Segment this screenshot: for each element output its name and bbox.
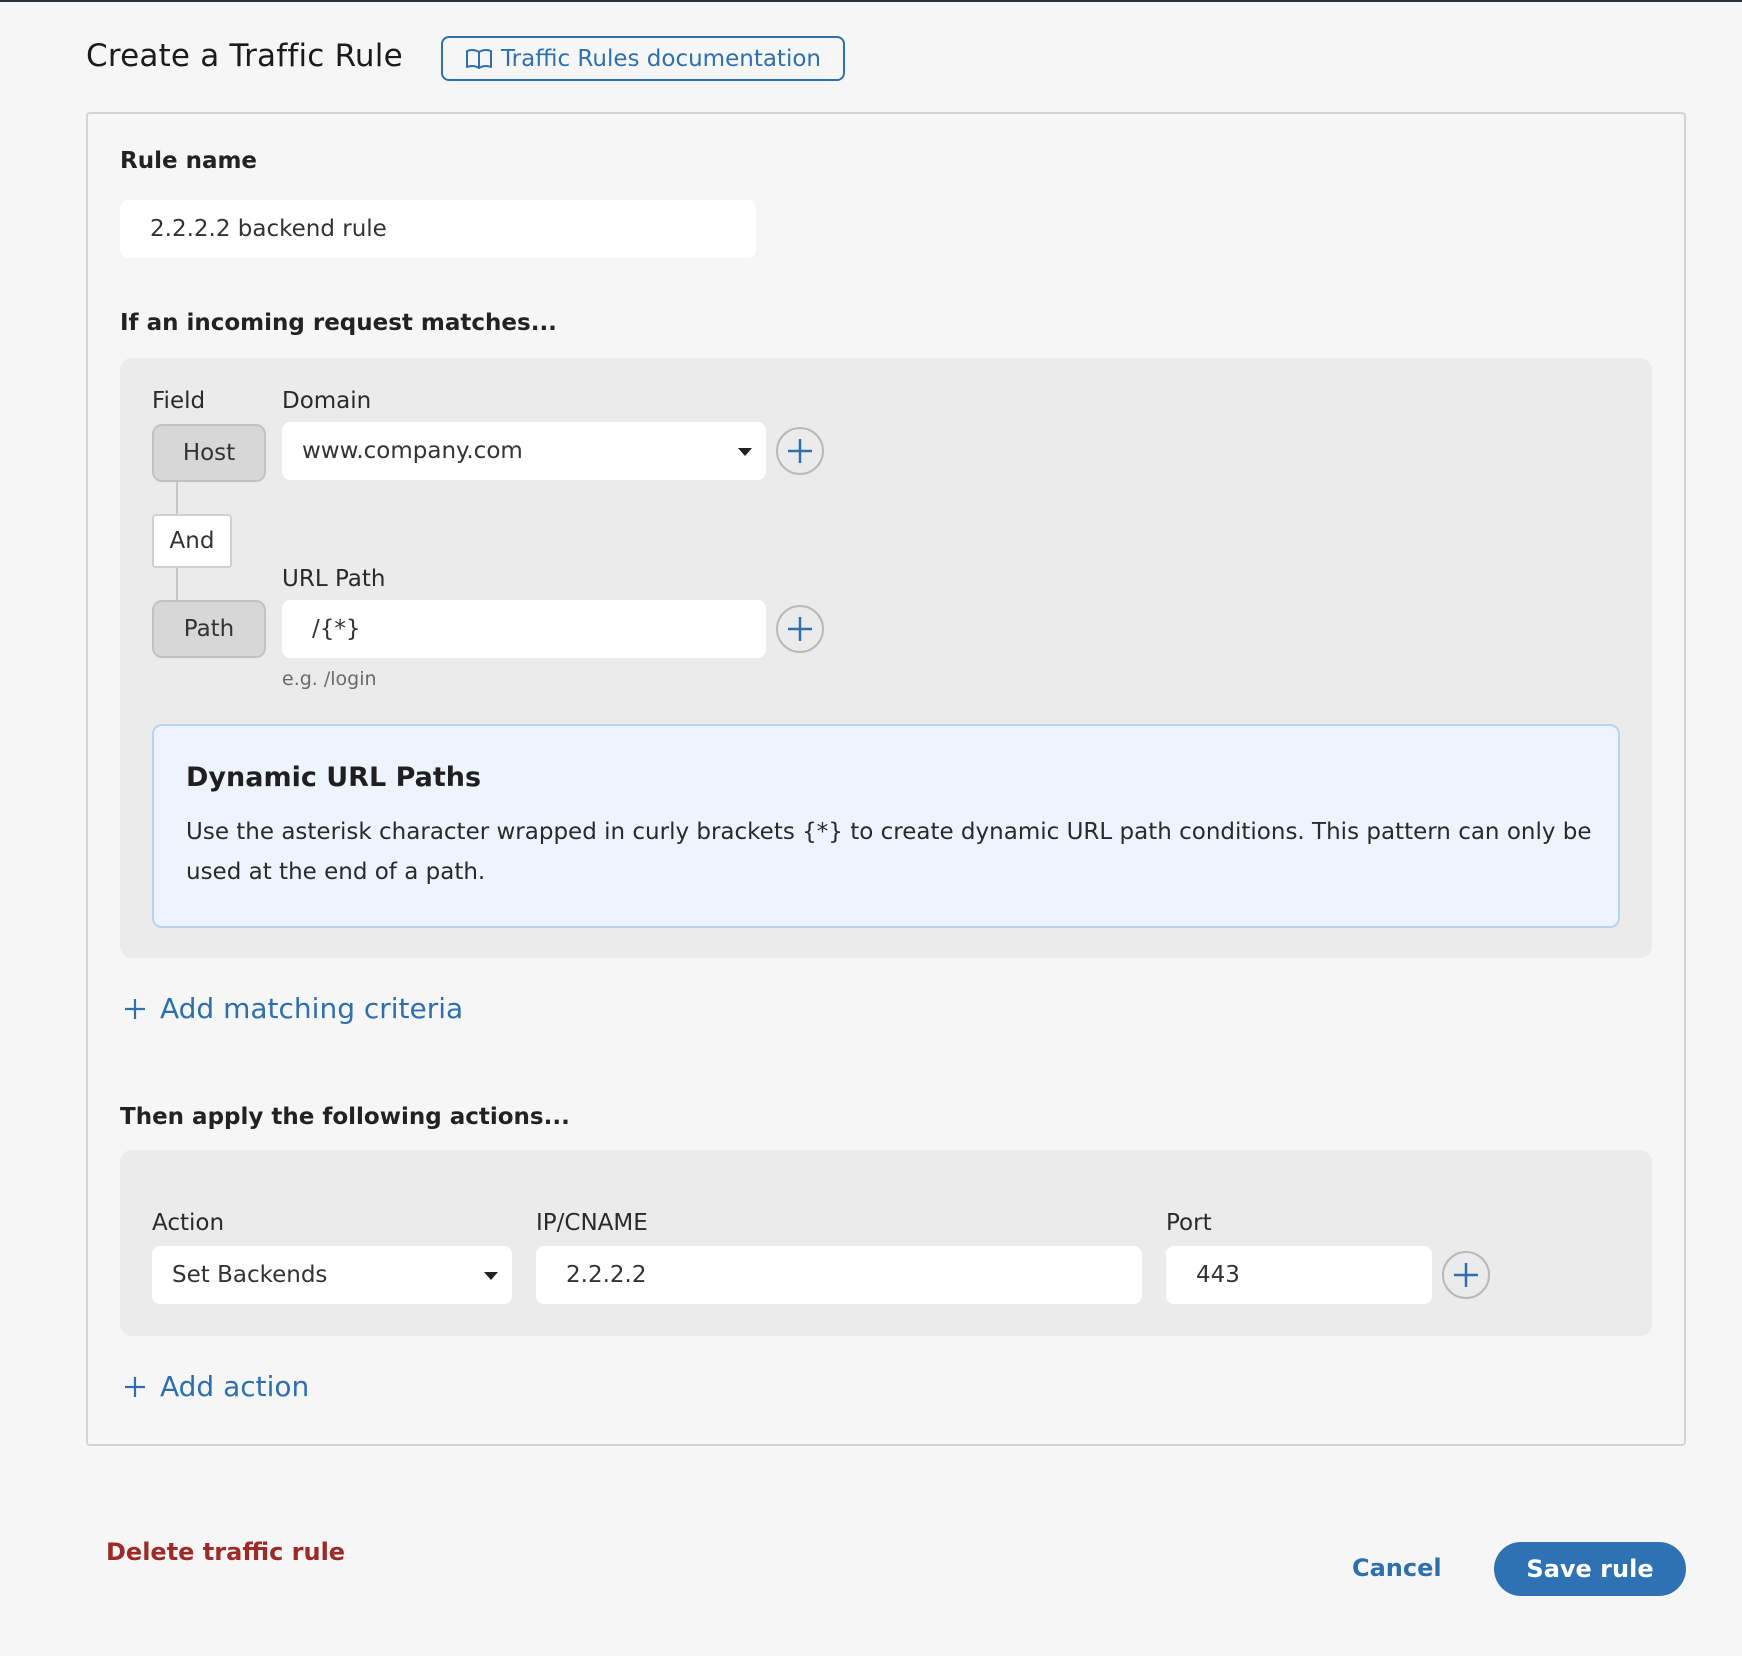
action-select[interactable]: Set Backends <box>152 1246 512 1304</box>
dynamic-url-info-box: Dynamic URL Paths Use the asterisk chara… <box>152 724 1620 928</box>
and-operator[interactable]: And <box>152 514 232 568</box>
documentation-link-label: Traffic Rules documentation <box>501 45 821 72</box>
action-select-value: Set Backends <box>172 1262 328 1288</box>
url-path-label: URL Path <box>282 566 386 592</box>
matching-criteria-panel: Field Domain Host www.company.com And UR… <box>120 358 1652 958</box>
plus-icon <box>125 1376 145 1397</box>
plus-icon <box>1454 1263 1478 1287</box>
condition-connector <box>176 568 178 602</box>
condition-connector <box>176 482 178 514</box>
add-domain-button[interactable] <box>776 427 824 475</box>
field-column-label: Field <box>152 388 206 414</box>
documentation-link[interactable]: Traffic Rules documentation <box>441 36 845 81</box>
add-matching-criteria-button[interactable]: Add matching criteria <box>124 992 463 1025</box>
info-body: Use the asterisk character wrapped in cu… <box>186 819 1592 885</box>
action-label: Action <box>152 1210 225 1236</box>
domain-select[interactable]: www.company.com <box>282 422 766 480</box>
ip-cname-label: IP/CNAME <box>536 1210 648 1236</box>
book-open-icon <box>466 48 493 69</box>
chevron-down-icon <box>484 1272 498 1280</box>
port-input[interactable] <box>1166 1246 1432 1304</box>
url-path-input[interactable] <box>282 600 766 658</box>
page-title: Create a Traffic Rule <box>86 38 403 74</box>
field-chip-path[interactable]: Path <box>152 600 266 658</box>
info-title: Dynamic URL Paths <box>186 762 482 793</box>
plus-icon <box>788 617 812 641</box>
ip-cname-input[interactable] <box>536 1246 1142 1304</box>
plus-icon <box>788 439 812 463</box>
url-path-hint: e.g. /login <box>282 668 377 690</box>
domain-select-value: www.company.com <box>302 438 523 464</box>
rule-name-label: Rule name <box>120 148 258 174</box>
actions-heading: Then apply the following actions... <box>120 1104 570 1130</box>
add-action-button[interactable]: Add action <box>124 1370 309 1403</box>
matching-heading: If an incoming request matches... <box>120 310 557 336</box>
domain-label: Domain <box>282 388 372 414</box>
actions-panel: Action IP/CNAME Port Set Backends <box>120 1150 1652 1336</box>
plus-icon <box>125 998 145 1019</box>
cancel-button[interactable]: Cancel <box>1352 1554 1442 1582</box>
top-border <box>0 0 1742 2</box>
rule-name-input[interactable] <box>120 200 756 258</box>
add-action-label: Add action <box>160 1370 310 1403</box>
save-rule-button[interactable]: Save rule <box>1494 1542 1686 1596</box>
delete-traffic-rule-button[interactable]: Delete traffic rule <box>106 1538 345 1566</box>
traffic-rule-form: Rule name If an incoming request matches… <box>86 112 1686 1446</box>
chevron-down-icon <box>738 448 752 456</box>
add-backend-button[interactable] <box>1442 1251 1490 1299</box>
port-label: Port <box>1166 1210 1212 1236</box>
field-chip-host[interactable]: Host <box>152 424 266 482</box>
add-url-path-button[interactable] <box>776 605 824 653</box>
add-matching-criteria-label: Add matching criteria <box>160 992 464 1025</box>
